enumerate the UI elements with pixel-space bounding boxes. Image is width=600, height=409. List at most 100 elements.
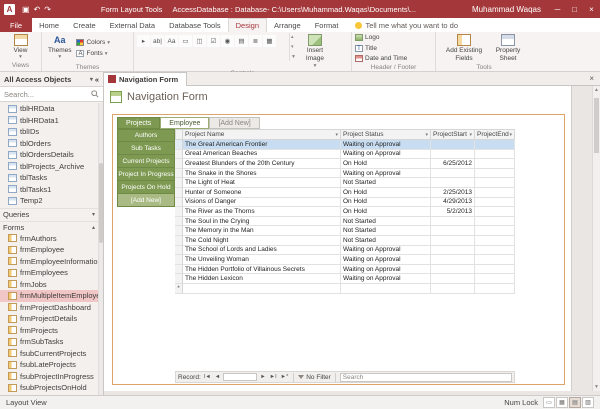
nav-button-authors[interactable]: Authors: [117, 129, 175, 142]
nav-item-fsubcurrentprojects[interactable]: fsubCurrentProjects: [0, 348, 103, 360]
cell-project-end[interactable]: [475, 159, 515, 169]
tell-me-box[interactable]: Tell me what you want to do: [345, 18, 458, 32]
ribbon-tab-create[interactable]: Create: [66, 18, 103, 32]
cell-project-end[interactable]: [475, 284, 515, 294]
cell-project-start[interactable]: 5/2/2013: [431, 207, 475, 217]
column-header-projectstart[interactable]: ProjectStart▾: [431, 129, 475, 140]
ribbon-tab-home[interactable]: Home: [32, 18, 66, 32]
nav-item-tbltasks1[interactable]: tblTasks1: [0, 184, 103, 196]
checkbox-icon[interactable]: ☑: [207, 35, 220, 47]
cell-project-name[interactable]: Great American Beaches: [183, 150, 341, 160]
property-sheet-button[interactable]: Property Sheet: [489, 33, 527, 63]
chevron-down-icon[interactable]: ▾: [90, 76, 93, 83]
ribbon-tab-arrange[interactable]: Arrange: [267, 18, 308, 32]
tab-control-icon[interactable]: ◫: [193, 35, 206, 47]
cell-project-start[interactable]: [431, 284, 475, 294]
previous-record-button[interactable]: ◄: [214, 374, 221, 380]
ribbon-tab-format[interactable]: Format: [308, 18, 346, 32]
cell-project-end[interactable]: [475, 188, 515, 198]
cell-project-end[interactable]: [475, 246, 515, 256]
button-icon[interactable]: ▭: [179, 35, 192, 47]
label-icon[interactable]: Aa: [165, 35, 178, 47]
cell-project-status[interactable]: On Hold: [341, 188, 431, 198]
ribbon-tab-external-data[interactable]: External Data: [103, 18, 162, 32]
table-row[interactable]: Visions of DangerOn Hold4/29/2013: [175, 198, 515, 208]
filter-icon[interactable]: [298, 375, 304, 379]
add-existing-fields-button[interactable]: Add Existing Fields: [441, 33, 487, 63]
nav-item-frmprojectdashboard[interactable]: frmProjectDashboard: [0, 302, 103, 314]
nav-item-fsublateprojects[interactable]: fsubLateProjects: [0, 359, 103, 371]
record-selector[interactable]: [175, 140, 183, 150]
close-document-icon[interactable]: ×: [583, 74, 600, 83]
logo-button[interactable]: Logo: [355, 33, 407, 42]
new-record-button[interactable]: ►*: [280, 374, 290, 380]
layout-view-icon[interactable]: ▤: [569, 397, 581, 408]
undo-icon[interactable]: ↶: [34, 5, 41, 14]
gallery-up-icon[interactable]: ▴: [291, 34, 296, 40]
ribbon-tab-database-tools[interactable]: Database Tools: [162, 18, 228, 32]
date-time-button[interactable]: Date and Time: [355, 54, 407, 63]
cell-project-start[interactable]: [431, 265, 475, 275]
redo-icon[interactable]: ↷: [44, 5, 51, 14]
record-selector[interactable]: [175, 198, 183, 208]
cell-project-status[interactable]: Not Started: [341, 236, 431, 246]
table-row[interactable]: The Light of HeatNot Started: [175, 178, 515, 188]
nav-button-sub-tasks[interactable]: Sub Tasks: [117, 142, 175, 155]
table-row[interactable]: The River as the ThornsOn Hold5/2/2013: [175, 207, 515, 217]
cell-project-name[interactable]: The Unveiling Woman: [183, 255, 341, 265]
save-icon[interactable]: ▣: [22, 5, 30, 14]
navigation-pane-header[interactable]: All Access Objects ▾ «: [0, 72, 103, 87]
cell-project-name[interactable]: The Soul in the Crying: [183, 217, 341, 227]
cell-project-status[interactable]: Waiting on Approval: [341, 246, 431, 256]
table-row[interactable]: The Cold NightNot Started: [175, 236, 515, 246]
cell-project-end[interactable]: [475, 140, 515, 150]
title-button[interactable]: T Title: [355, 44, 407, 53]
nav-item-tblids[interactable]: tblIDs: [0, 126, 103, 138]
cell-project-start[interactable]: [431, 236, 475, 246]
cell-project-status[interactable]: Waiting on Approval: [341, 169, 431, 179]
table-row[interactable]: Great American BeachesWaiting on Approva…: [175, 150, 515, 160]
gallery-more-icon[interactable]: ▼: [291, 54, 296, 60]
table-row[interactable]: Greatest Blunders of the 20th CenturyOn …: [175, 159, 515, 169]
table-row[interactable]: The School of Lords and LadiesWaiting on…: [175, 246, 515, 256]
minimize-button[interactable]: ─: [549, 0, 566, 18]
textbox-icon[interactable]: ab|: [151, 35, 164, 47]
cell-project-name[interactable]: The Hidden Lexicon: [183, 274, 341, 284]
cell-project-end[interactable]: [475, 255, 515, 265]
ribbon-tab-design[interactable]: Design: [228, 18, 267, 32]
cell-project-status[interactable]: Waiting on Approval: [341, 255, 431, 265]
cell-project-end[interactable]: [475, 265, 515, 275]
nav-item-temp2[interactable]: Temp2: [0, 195, 103, 207]
cell-project-start[interactable]: [431, 150, 475, 160]
cell-project-start[interactable]: [431, 178, 475, 188]
nav-item-tblprojects-archive[interactable]: tblProjects_Archive: [0, 161, 103, 173]
table-row-new[interactable]: *: [175, 284, 515, 294]
record-selector[interactable]: [175, 236, 183, 246]
cell-project-name[interactable]: The Cold Night: [183, 236, 341, 246]
nav-group-queries[interactable]: Queries▾: [0, 208, 103, 220]
fonts-button[interactable]: A Fonts ▾: [76, 49, 110, 58]
cell-project-name[interactable]: Visions of Danger: [183, 198, 341, 208]
nav-item-tbltasks[interactable]: tblTasks: [0, 172, 103, 184]
user-name[interactable]: Muhammad Waqas: [472, 5, 541, 14]
close-button[interactable]: ×: [583, 0, 600, 18]
nav-item-frmemployeeinformation[interactable]: frmEmployeeInformation: [0, 256, 103, 268]
subform-icon[interactable]: ▦: [263, 35, 276, 47]
cell-project-end[interactable]: [475, 207, 515, 217]
cell-project-name[interactable]: Hunter of Someone: [183, 188, 341, 198]
navigation-search[interactable]: Search...: [0, 87, 103, 102]
cell-project-status[interactable]: Not Started: [341, 217, 431, 227]
cell-project-status[interactable]: Not Started: [341, 178, 431, 188]
record-selector[interactable]: [175, 274, 183, 284]
cell-project-status[interactable]: On Hold: [341, 207, 431, 217]
nav-item-tblhrdata1[interactable]: tblHRData1: [0, 115, 103, 127]
record-selector-header[interactable]: [175, 129, 183, 140]
select-icon[interactable]: ▸: [137, 35, 150, 47]
nav-tab-add-new[interactable]: [Add New]: [209, 117, 259, 129]
record-selector[interactable]: [175, 150, 183, 160]
cell-project-status[interactable]: Waiting on Approval: [341, 150, 431, 160]
cell-project-name[interactable]: The Snake in the Shores: [183, 169, 341, 179]
scrollbar-thumb[interactable]: [99, 163, 103, 243]
first-record-button[interactable]: I◄: [203, 374, 212, 380]
cell-project-name[interactable]: The Great American Frontier: [183, 140, 341, 150]
